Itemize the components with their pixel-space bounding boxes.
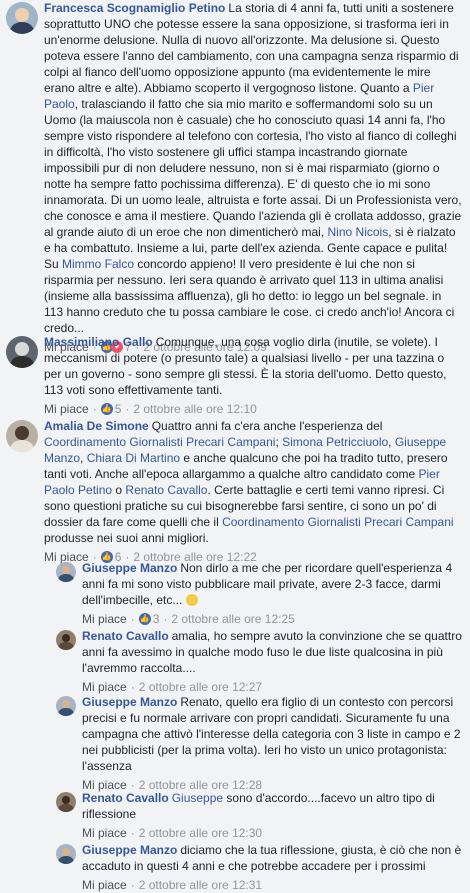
mention-link[interactable]: Nino Nicois	[328, 225, 389, 239]
reply-author[interactable]: Renato Cavallo	[82, 791, 169, 805]
reply-text: Giuseppe Manzo diciamo che la tua rifless…	[82, 842, 462, 874]
separator: ·	[130, 680, 135, 694]
reply-author[interactable]: Giuseppe Manzo	[82, 843, 177, 857]
reply-author[interactable]: Giuseppe Manzo	[82, 695, 177, 709]
reply-actions: Mi piace · 👍 3 · 2 ottobre alle ore 12:2…	[82, 611, 462, 627]
laughing-emoji-icon	[185, 594, 198, 606]
separator: ·	[125, 402, 130, 416]
like-button[interactable]: Mi piace	[82, 611, 127, 627]
avatar[interactable]	[6, 2, 38, 34]
avatar[interactable]	[56, 630, 76, 650]
text-segment: ,	[80, 451, 87, 465]
text-segment: ,	[388, 435, 395, 449]
reply-text: Renato Cavallo amalia, ho sempre avuto la…	[82, 628, 462, 676]
reply: Giuseppe Manzo Non dirlo a me che per ric…	[0, 560, 470, 627]
comment-timestamp[interactable]: 2 ottobre alle ore 12:10	[133, 401, 256, 417]
like-button[interactable]: Mi piace	[82, 877, 127, 893]
text-segment: La storia di 4 anni fa, tutti uniti a so…	[44, 1, 459, 95]
comment: Massimiliano Gallo Comunque, una cosa vog…	[0, 334, 470, 417]
comment-author[interactable]: Amalia De Simone	[44, 419, 149, 433]
reply-timestamp[interactable]: 2 ottobre alle ore 12:31	[139, 877, 262, 893]
mention-link[interactable]: Simona Petricciuolo	[282, 435, 388, 449]
reply: Giuseppe Manzo diciamo che la tua rifless…	[0, 842, 470, 893]
reply: Renato Cavallo Giuseppe sono d'accordo...…	[0, 790, 470, 841]
comment-text: Massimiliano Gallo Comunque, una cosa vog…	[44, 334, 462, 398]
mention-link[interactable]: Chiara Di Martino	[87, 451, 180, 465]
reply: Renato Cavallo amalia, ho sempre avuto la…	[0, 628, 470, 695]
reaction-count[interactable]: 3	[153, 611, 160, 627]
like-reaction-icon[interactable]: 👍	[100, 403, 113, 415]
comment-author[interactable]: Francesca Scognamiglio Petino	[44, 1, 225, 15]
text-segment: , tralasciando il fatto che sia mio mari…	[44, 97, 462, 239]
reply-author[interactable]: Renato Cavallo	[82, 629, 169, 643]
mention-link[interactable]: Renato Cavallo	[125, 483, 207, 497]
like-button[interactable]: Mi piace	[44, 401, 89, 417]
separator: ·	[163, 612, 168, 626]
reply-author[interactable]: Giuseppe Manzo	[82, 561, 177, 575]
reply-timestamp[interactable]: 2 ottobre alle ore 12:25	[171, 611, 294, 627]
comments-feed: Francesca Scognamiglio Petino La storia d…	[0, 0, 470, 893]
like-button[interactable]: Mi piace	[82, 825, 127, 841]
like-reaction-icon[interactable]: 👍	[138, 613, 151, 625]
reply-text: Giuseppe Manzo Non dirlo a me che per ric…	[82, 560, 462, 608]
text-segment: o	[112, 483, 126, 497]
reply-text: Renato Cavallo Giuseppe sono d'accordo...…	[82, 790, 462, 822]
avatar[interactable]	[6, 420, 38, 452]
avatar[interactable]	[6, 336, 38, 368]
separator: ·	[130, 612, 135, 626]
reply-actions: Mi piace · 2 ottobre alle ore 12:27	[82, 679, 462, 695]
reaction-count[interactable]: 5	[115, 401, 122, 417]
comment-actions: Mi piace · 👍 5 · 2 ottobre alle ore 12:1…	[44, 401, 462, 417]
avatar[interactable]	[56, 562, 76, 582]
reply-timestamp[interactable]: 2 ottobre alle ore 12:30	[139, 825, 262, 841]
mention-link[interactable]: Coordinamento Giornalisti Precari Campan…	[222, 515, 453, 529]
like-button[interactable]: Mi piace	[82, 679, 127, 695]
separator: ·	[130, 826, 135, 840]
comment-text: Francesca Scognamiglio Petino La storia d…	[44, 0, 462, 336]
avatar[interactable]	[56, 696, 76, 716]
mention-link[interactable]: Mimmo Falco	[62, 257, 134, 271]
reply-actions: Mi piace · 2 ottobre alle ore 12:31	[82, 877, 462, 893]
avatar[interactable]	[56, 792, 76, 812]
reply-text: Giuseppe Manzo Renato, quello era figlio …	[82, 694, 462, 774]
text-segment: produsse nei suoi anni migliori.	[44, 531, 209, 545]
comment-text: Amalia De Simone Quattro anni fa c'era an…	[44, 418, 462, 546]
avatar[interactable]	[56, 844, 76, 864]
reply-actions: Mi piace · 2 ottobre alle ore 12:30	[82, 825, 462, 841]
comment: Francesca Scognamiglio Petino La storia d…	[0, 0, 470, 355]
mention-link[interactable]: Giuseppe	[172, 791, 223, 805]
comment: Amalia De Simone Quattro anni fa c'era an…	[0, 418, 470, 565]
comment-author[interactable]: Massimiliano Gallo	[44, 335, 153, 349]
text-segment: Quattro anni fa c'era anche l'esperienza…	[151, 419, 383, 433]
reply: Giuseppe Manzo Renato, quello era figlio …	[0, 694, 470, 793]
separator: ·	[92, 402, 97, 416]
reply-timestamp[interactable]: 2 ottobre alle ore 12:27	[139, 679, 262, 695]
separator: ·	[130, 878, 135, 892]
mention-link[interactable]: Coordinamento Giornalisti Precari Campan…	[44, 435, 275, 449]
